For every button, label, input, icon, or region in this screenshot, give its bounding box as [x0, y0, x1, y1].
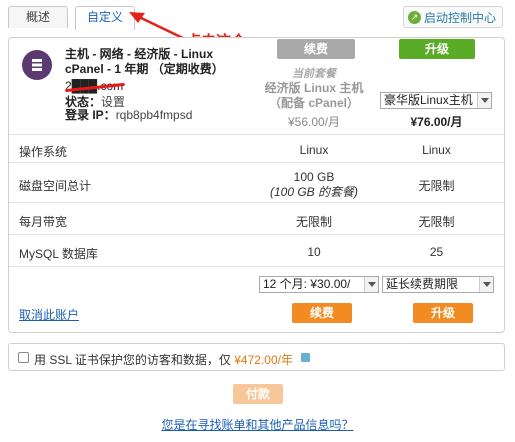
spec-current: 100 GB: [293, 170, 335, 184]
current-plan-name: 经济版 Linux 主机（配备 cPanel）: [264, 81, 364, 110]
ssl-offer: 用 SSL 证书保护您的访客和数据，仅 ¥472.00/年: [8, 343, 505, 371]
ssl-price: ¥472.00/年: [234, 353, 293, 367]
spec-row-os: 操作系统 Linux Linux: [9, 134, 504, 162]
hosting-logo: [22, 50, 52, 80]
divider: [9, 266, 504, 267]
billing-help-link[interactable]: 您是在寻找账单和其他产品信息吗？: [0, 416, 515, 433]
upgrade-button[interactable]: 升级: [413, 303, 473, 323]
spec-current-sub: (100 GB 的套餐): [269, 185, 359, 199]
spec-label: 操作系统: [19, 145, 68, 159]
current-plan-price: ¥56.00/月: [287, 115, 341, 129]
product-title: 主机 - 网络 - 经济版 - Linux cPanel - 1 年期 （定期收…: [65, 47, 224, 76]
plan-select-value: 豪华版Linux主机: [384, 93, 473, 107]
control-panel-icon: ↗: [407, 11, 421, 24]
login-label: 登录 IP：: [65, 108, 116, 122]
product-login: 登录 IP：rqb8pb4fmpsd: [65, 106, 192, 123]
ssl-offer-text: 用 SSL 证书保护您的访客和数据，仅 ¥472.00/年: [34, 351, 293, 368]
new-plan-price: ¥76.00/月: [410, 115, 463, 129]
spec-new: Linux: [422, 143, 451, 157]
upgrade-button-top[interactable]: 升级: [399, 39, 475, 59]
chevron-down-icon: [364, 277, 378, 292]
spec-new: 25: [429, 245, 444, 259]
spec-label: 每月带宽: [19, 215, 68, 229]
chevron-down-icon: [479, 277, 493, 292]
renew-period-value: 12 个月: ¥30.00/: [263, 277, 351, 291]
spec-current: Linux: [299, 143, 329, 157]
extend-period-select[interactable]: 延长续费期限: [382, 276, 494, 293]
spec-row-bandwidth: 每月带宽 无限制 无限制: [9, 202, 504, 234]
spec-new: 无限制: [418, 179, 455, 193]
plan-select[interactable]: 豪华版Linux主机: [380, 92, 492, 109]
spec-label: 磁盘空间总计: [19, 179, 92, 193]
spec-row-mysql: MySQL 数据库 10 25: [9, 234, 504, 266]
launch-control-panel-label: 启动控制中心: [423, 11, 496, 25]
info-icon[interactable]: [301, 353, 310, 362]
extend-period-value: 延长续费期限: [386, 277, 459, 291]
product-panel: 主机 - 网络 - 经济版 - Linux cPanel - 1 年期 （定期收…: [8, 37, 505, 333]
chevron-down-icon: [477, 93, 491, 108]
renew-button[interactable]: 续费: [292, 303, 352, 323]
launch-control-panel-link[interactable]: ↗ 启动控制中心: [402, 6, 503, 28]
spec-current: 10: [307, 245, 321, 259]
tab-bar: 概述 自定义 ↗ 启动控制中心: [0, 0, 515, 30]
cancel-account-link[interactable]: 取消此账户: [19, 306, 79, 323]
login-value: rqb8pb4fmpsd: [115, 108, 193, 122]
spec-new: 无限制: [418, 215, 455, 229]
ssl-checkbox[interactable]: [18, 352, 29, 363]
spec-label: MySQL 数据库: [19, 247, 98, 261]
renew-button-top[interactable]: 续费: [277, 39, 355, 59]
spec-row-disk: 磁盘空间总计 100 GB (100 GB 的套餐) 无限制: [9, 162, 504, 202]
current-plan-label: 当前套餐: [292, 68, 336, 80]
pay-button[interactable]: 付款: [233, 384, 283, 404]
server-icon: [32, 59, 42, 71]
ssl-text: 用 SSL 证书保护您的访客和数据，仅: [34, 353, 235, 367]
spec-current: 无限制: [295, 215, 332, 229]
tab-overview[interactable]: 概述: [8, 6, 68, 28]
renew-period-select[interactable]: 12 个月: ¥30.00/: [259, 276, 379, 293]
